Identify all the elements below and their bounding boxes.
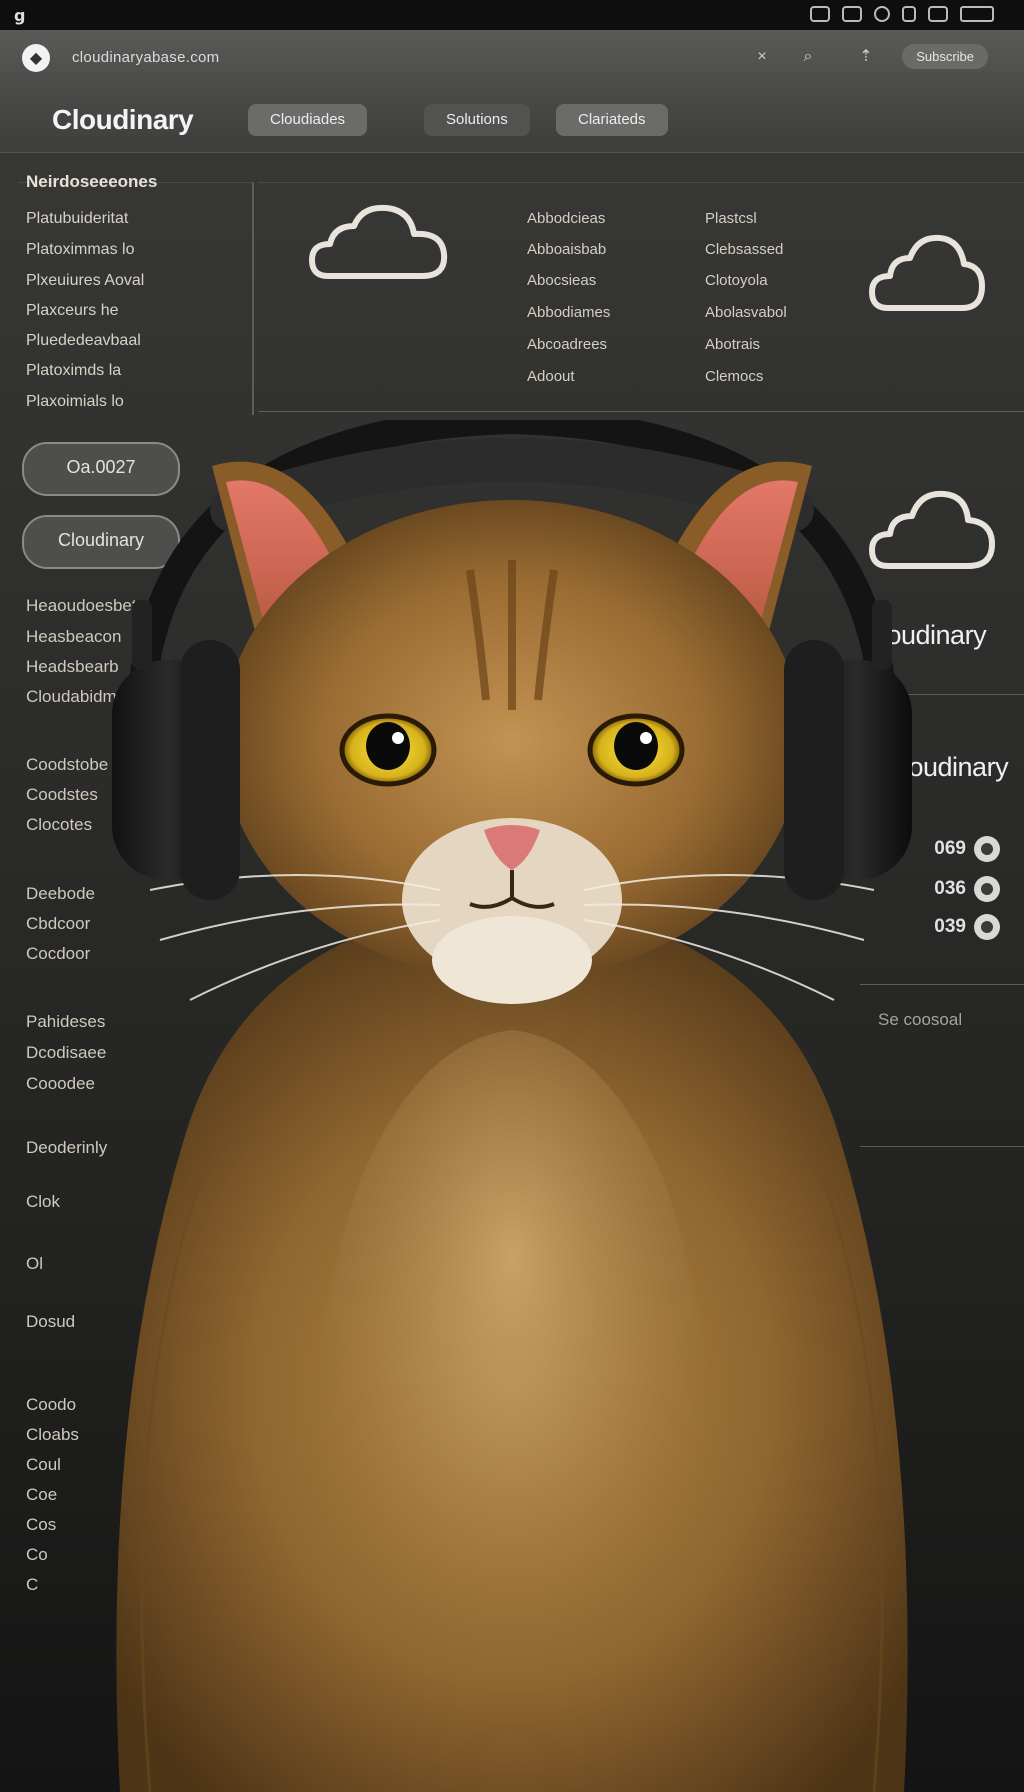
cat-with-headphones-illustration [112, 420, 912, 1792]
menu-link[interactable]: Abbodiames [527, 304, 610, 321]
page: g ◆ cloudinaryabase.com × ⌕ ⇡ Subscribe … [0, 0, 1024, 1792]
browser-logo-icon[interactable]: ◆ [22, 44, 50, 72]
subscribe-button[interactable]: Subscribe [902, 44, 988, 69]
menu-link[interactable]: Plastcsl [705, 210, 757, 227]
signal-icon [842, 6, 862, 22]
menu-link[interactable]: Clotoyola [705, 272, 768, 289]
menu-link[interactable]: Abolasvabol [705, 304, 787, 321]
menu-link[interactable]: Clebsassed [705, 241, 783, 258]
clock-icon [874, 6, 890, 22]
app-logo: g [14, 6, 26, 25]
sidebar-item[interactable]: Plaxoimials lo [26, 393, 124, 411]
cloud-icon [309, 204, 448, 279]
status-icons [810, 6, 994, 22]
brand-logo[interactable]: Cloudinary [52, 104, 194, 136]
menu-link[interactable]: Clemocs [705, 368, 763, 385]
menu-link[interactable]: Adoout [527, 368, 575, 385]
status-bar: g [0, 0, 1024, 30]
sidebar-heading: Neirdoseeeones [26, 172, 158, 191]
nav-row: Cloudinary Cloudiades Solutions Clariate… [0, 88, 1024, 153]
sidebar-item[interactable]: Platubuideritat [26, 210, 128, 228]
url-field[interactable]: cloudinaryabase.com [72, 49, 219, 66]
browser-bar: ◆ cloudinaryabase.com × ⌕ ⇡ Subscribe [0, 30, 1024, 89]
menu-link[interactable]: Abbodcieas [527, 210, 605, 227]
sidebar-item[interactable]: Plaxceurs he [26, 302, 119, 320]
menu-link[interactable]: Abboaisbab [527, 241, 606, 258]
share-icon[interactable]: ⇡ [856, 47, 876, 67]
menu-link[interactable]: Abocsieas [527, 272, 596, 289]
search-icon[interactable]: ⌕ [798, 47, 818, 67]
close-icon[interactable]: × [752, 47, 772, 67]
sidebar-item[interactable]: Platoximds la [26, 362, 121, 380]
battery-icon [960, 6, 994, 22]
menu-link[interactable]: Abotrais [705, 336, 760, 353]
sidebar-item[interactable]: Pluededeavbaal [26, 332, 141, 350]
cloud-icon [869, 234, 985, 311]
tab-solutions[interactable]: Solutions [424, 104, 530, 136]
tab-cloudiades[interactable]: Cloudiades [248, 104, 368, 136]
menu-link[interactable]: Abcoadrees [527, 336, 607, 353]
lock-icon [902, 6, 916, 22]
sidebar-item[interactable]: Plxeuiures Aoval [26, 272, 144, 290]
sidebar-item[interactable]: Platoximmas lo [26, 241, 134, 259]
wifi-icon [810, 6, 830, 22]
tab-clariateds[interactable]: Clariateds [556, 104, 668, 136]
menu-icon [928, 6, 948, 22]
